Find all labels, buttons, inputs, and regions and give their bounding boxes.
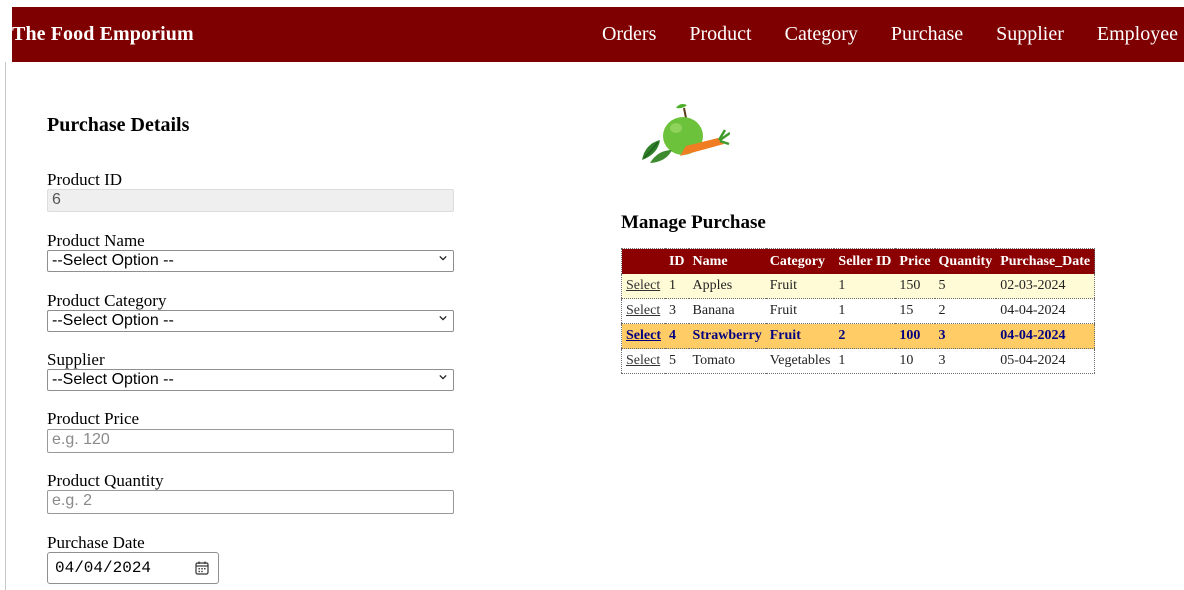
nav-employee[interactable]: Employee — [1097, 7, 1178, 62]
cell-name: Apples — [688, 274, 766, 299]
select-cell: Select — [621, 348, 665, 374]
supplier-selected: --Select Option -- — [52, 371, 174, 388]
nav-links: Orders Product Category Purchase Supplie… — [569, 7, 1178, 62]
chevron-down-icon — [439, 374, 447, 380]
purchase-date-value: 04/04/2024 — [55, 559, 152, 577]
cell-id: 4 — [664, 323, 689, 349]
cell-price: 100 — [895, 323, 935, 349]
cell-quantity: 3 — [934, 323, 997, 349]
column-header-seller-id: Seller ID — [834, 248, 896, 274]
product-name-selected: --Select Option -- — [52, 252, 174, 269]
product-name-select[interactable]: --Select Option -- — [47, 250, 454, 272]
cell-price: 15 — [895, 298, 935, 324]
product-quantity-input[interactable]: e.g. 2 — [47, 490, 454, 514]
cell-date: 02-03-2024 — [996, 274, 1095, 299]
brand-title[interactable]: The Food Emporium — [12, 7, 194, 62]
cell-name: Strawberry — [688, 323, 766, 349]
top-navbar: The Food Emporium Orders Product Categor… — [12, 7, 1184, 62]
form-title: Purchase Details — [47, 114, 190, 136]
calendar-icon[interactable] — [195, 561, 209, 575]
column-header-price: Price — [895, 248, 935, 274]
product-quantity-label: Product Quantity — [47, 471, 164, 490]
column-header-quantity: Quantity — [934, 248, 997, 274]
cell-name: Banana — [688, 298, 766, 324]
product-id-field: 6 — [47, 189, 454, 212]
cell-date: 04-04-2024 — [996, 323, 1095, 349]
cell-seller-id: 1 — [834, 298, 896, 324]
nav-supplier[interactable]: Supplier — [996, 7, 1064, 62]
cell-category: Fruit — [765, 323, 835, 349]
select-link[interactable]: Select — [626, 278, 660, 293]
table-row: Select 1 Apples Fruit 1 150 5 02-03-2024 — [621, 274, 1095, 299]
nav-purchase[interactable]: Purchase — [891, 7, 963, 62]
chevron-down-icon — [439, 315, 447, 321]
cell-id: 1 — [664, 274, 689, 299]
cell-seller-id: 1 — [834, 274, 896, 299]
product-id-label: Product ID — [47, 170, 123, 189]
column-header-select — [621, 248, 665, 274]
column-header-category: Category — [765, 248, 835, 274]
cell-quantity: 2 — [934, 298, 997, 324]
product-category-select[interactable]: --Select Option -- — [47, 310, 454, 332]
column-header-name: Name — [688, 248, 766, 274]
cell-date: 05-04-2024 — [996, 348, 1095, 374]
product-name-label: Product Name — [47, 231, 145, 250]
purchase-details-form: Purchase Details Product ID 6 Product Na… — [47, 112, 467, 584]
nav-category[interactable]: Category — [785, 7, 858, 62]
cell-price: 10 — [895, 348, 935, 374]
cell-date: 04-04-2024 — [996, 298, 1095, 324]
table-row: Select 5 Tomato Vegetables 1 10 3 05-04-… — [621, 348, 1095, 374]
cell-seller-id: 2 — [834, 323, 896, 349]
cell-id: 3 — [664, 298, 689, 324]
cell-id: 5 — [664, 348, 689, 374]
cell-category: Vegetables — [765, 348, 835, 374]
cell-quantity: 3 — [934, 348, 997, 374]
manage-purchase-title: Manage Purchase — [621, 212, 766, 233]
page-left-border — [5, 62, 6, 590]
chevron-down-icon — [439, 255, 447, 261]
column-header-purchase-date: Purchase_Date — [996, 248, 1095, 274]
table-header-row: ID Name Category Seller ID Price Quantit… — [621, 248, 1095, 274]
cell-name: Tomato — [688, 348, 766, 374]
cell-quantity: 5 — [934, 274, 997, 299]
product-id-value: 6 — [52, 191, 61, 208]
cell-price: 150 — [895, 274, 935, 299]
product-category-selected: --Select Option -- — [52, 312, 174, 329]
column-header-id: ID — [664, 248, 689, 274]
select-link[interactable]: Select — [626, 303, 660, 318]
table-row-selected: Select 4 Strawberry Fruit 2 100 3 04-04-… — [621, 323, 1095, 349]
supplier-select[interactable]: --Select Option -- — [47, 369, 454, 391]
select-cell: Select — [621, 274, 665, 299]
select-link[interactable]: Select — [626, 353, 660, 368]
product-price-placeholder: e.g. 120 — [52, 431, 110, 448]
product-category-label: Product Category — [47, 291, 167, 310]
select-cell: Select — [621, 298, 665, 324]
select-link[interactable]: Select — [626, 328, 661, 343]
cell-category: Fruit — [765, 274, 835, 299]
product-price-label: Product Price — [47, 409, 140, 428]
product-quantity-placeholder: e.g. 2 — [52, 492, 93, 509]
table-row: Select 3 Banana Fruit 1 15 2 04-04-2024 — [621, 298, 1095, 324]
nav-orders[interactable]: Orders — [602, 7, 656, 62]
purchase-date-label: Purchase Date — [47, 533, 145, 552]
cell-category: Fruit — [765, 298, 835, 324]
cell-seller-id: 1 — [834, 348, 896, 374]
fruit-vegetable-logo-icon — [642, 104, 730, 163]
supplier-label: Supplier — [47, 350, 105, 369]
purchase-table: ID Name Category Seller ID Price Quantit… — [621, 248, 1096, 374]
product-price-input[interactable]: e.g. 120 — [47, 429, 454, 453]
nav-product[interactable]: Product — [689, 7, 751, 62]
purchase-date-input[interactable]: 04/04/2024 — [47, 552, 219, 584]
select-cell: Select — [621, 323, 665, 349]
